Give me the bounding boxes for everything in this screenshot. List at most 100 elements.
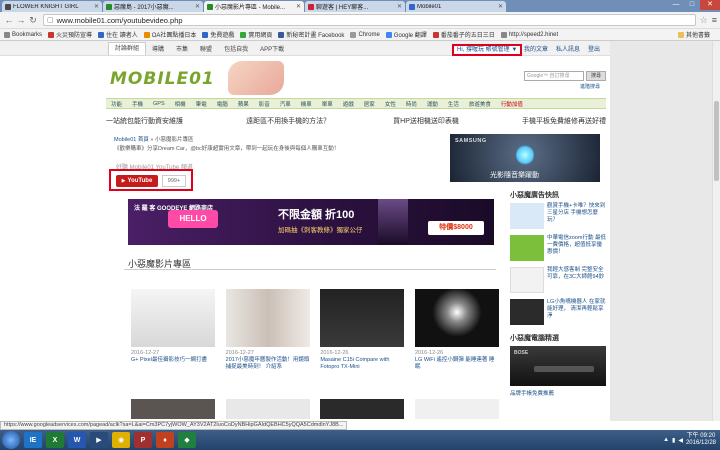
- category-item[interactable]: 筆電: [191, 100, 212, 108]
- my-articles-link[interactable]: 我的文章: [520, 44, 552, 53]
- advanced-search-link[interactable]: 進階搜尋: [580, 83, 600, 90]
- tab-close-icon[interactable]: ✕: [397, 3, 402, 10]
- close-window-button[interactable]: ✕: [700, 0, 720, 10]
- video-thumbnail[interactable]: [320, 399, 405, 419]
- taskbar-app-icon[interactable]: X: [46, 432, 64, 448]
- top-tab[interactable]: 聯盟: [194, 44, 218, 53]
- bookmark-item[interactable]: 免費遊戲: [202, 30, 234, 39]
- breadcrumb-home[interactable]: Mobile01 首頁: [114, 137, 149, 143]
- site-search-input[interactable]: Google™ 自訂搜尋: [524, 71, 584, 81]
- tab-close-icon[interactable]: ✕: [94, 3, 99, 10]
- bookmark-item[interactable]: 實用網頁: [240, 30, 272, 39]
- taskbar-app-icon[interactable]: ◉: [112, 432, 130, 448]
- taskbar-app-icon[interactable]: IE: [24, 432, 42, 448]
- video-thumbnail[interactable]: [320, 289, 405, 347]
- top-tab[interactable]: APP下載: [254, 44, 290, 53]
- start-button[interactable]: [2, 431, 20, 449]
- browser-tab-active[interactable]: 小惡魔影片專區 - Mobile... ✕: [204, 1, 304, 12]
- vertical-scrollbar[interactable]: [712, 41, 720, 421]
- category-item-hot[interactable]: 行動加值: [496, 100, 528, 108]
- taskbar-app-icon[interactable]: ♦: [156, 432, 174, 448]
- bookmark-item[interactable]: OA社團點播日本: [143, 30, 196, 39]
- youtube-button[interactable]: ▶ YouTube: [116, 175, 158, 187]
- scrollbar-thumb[interactable]: [714, 101, 719, 181]
- video-thumbnail[interactable]: [131, 399, 215, 419]
- taskbar-app-icon[interactable]: ▶: [90, 432, 108, 448]
- tray-arrow-icon[interactable]: ▲: [663, 437, 669, 443]
- sidebar-ad-text[interactable]: 中華電信zoom行動 最低一費價格，超值抵享優惠價！: [547, 235, 606, 265]
- maximize-button[interactable]: □: [684, 0, 700, 10]
- sidebar-ad-item[interactable]: 觀賞手機+卡唯？快來到三星分店 手機想怎麼玩？: [510, 203, 606, 233]
- top-tab[interactable]: 包括自我: [218, 44, 254, 53]
- category-item[interactable]: 電腦: [212, 100, 233, 108]
- video-thumbnail[interactable]: [225, 399, 310, 419]
- video-title[interactable]: LG WiFi 遙控小鋼彈 能睡連著 睡眠: [415, 357, 499, 371]
- taskbar-app-icon[interactable]: P: [134, 432, 152, 448]
- video-card[interactable]: 2016-12-26 Masaine C15i Compare with Fot…: [320, 289, 405, 371]
- tab-close-icon[interactable]: ✕: [296, 3, 301, 10]
- bookmark-star-icon[interactable]: ☆: [700, 15, 708, 26]
- bookmark-item[interactable]: 番茄番子的五日三日: [432, 30, 495, 39]
- clock[interactable]: 下午 09:20 2016/12/28: [686, 433, 716, 447]
- logout-link[interactable]: 登出: [584, 44, 604, 53]
- bookmark-item[interactable]: 新秘密計畫 Facebook: [278, 30, 344, 39]
- sidebar-ad-text[interactable]: 我輕大感客制 完整安全可靠，在3C大師館94鈔: [547, 267, 606, 297]
- category-item[interactable]: 相機: [170, 100, 191, 108]
- reload-icon[interactable]: ↻: [27, 15, 39, 26]
- browser-tab[interactable]: 惡魔島 - 2017小惡魔... ✕: [103, 1, 203, 12]
- video-title[interactable]: Masaine C15i Compare with Fotopro TX-Min…: [320, 357, 404, 371]
- video-card[interactable]: 2016-12-27 2017小惡魔年曆製作活動！用鏡頭捕捉最美時刻！ 介紹系: [225, 289, 310, 371]
- category-item[interactable]: 機車: [296, 100, 317, 108]
- minimize-button[interactable]: —: [668, 0, 684, 10]
- category-item[interactable]: 遊戲: [338, 100, 359, 108]
- site-logo[interactable]: MOBILE01: [110, 69, 215, 89]
- sidebar-ad-text[interactable]: LG小魚嘴機器人 在家就能好理， 清潔再輕鬆享淨: [547, 299, 606, 329]
- tab-close-icon[interactable]: ✕: [195, 3, 200, 10]
- bookmark-item[interactable]: http://speed2.hinet: [500, 31, 558, 38]
- video-thumbnail[interactable]: [225, 289, 310, 347]
- top-tab[interactable]: 討論群組: [108, 42, 147, 55]
- tab-close-icon[interactable]: ✕: [498, 3, 503, 10]
- goodeye-banner-ad[interactable]: 法 羅 客 GOODEYE 網路商店 HELLO 不限金額 折100 加碼抽《刺…: [128, 199, 494, 245]
- video-thumbnail[interactable]: [414, 399, 499, 419]
- user-account-menu[interactable]: Hi, 撐喔玩 帳號管理 ▼: [452, 44, 523, 56]
- back-icon[interactable]: ←: [3, 15, 15, 25]
- sidebar-caption[interactable]: 品牌手帳免費推薦: [510, 389, 606, 397]
- video-card[interactable]: 2016-12-26 LG WiFi 遙控小鋼彈 能睡連著 睡眠: [414, 289, 499, 371]
- category-item[interactable]: 居家: [359, 100, 380, 108]
- taskbar-app-icon[interactable]: ◆: [178, 432, 196, 448]
- sidebar-ad-item[interactable]: 中華電信zoom行動 最低一費價格，超值抵享優惠價！: [510, 235, 606, 265]
- sidebar-ad-item[interactable]: LG小魚嘴機器人 在家就能好理， 清潔再輕鬆享淨: [510, 299, 606, 329]
- sidebar-ad-text[interactable]: 觀賞手機+卡唯？快來到三星分店 手機想怎麼玩？: [547, 203, 606, 233]
- category-item[interactable]: 女性: [380, 100, 401, 108]
- network-icon[interactable]: ▮: [672, 437, 675, 444]
- category-item[interactable]: 影音: [254, 100, 275, 108]
- video-title[interactable]: 2017小惡魔年曆製作活動！用鏡頭捕捉最美時刻！ 介紹系: [226, 357, 310, 371]
- browser-tab[interactable]: 聊遊客 | HEY聊客... ✕: [305, 1, 405, 12]
- top-tab[interactable]: 導購: [146, 44, 170, 53]
- category-item[interactable]: 汽車: [275, 100, 296, 108]
- forward-icon[interactable]: →: [15, 15, 27, 25]
- bookmark-item[interactable]: Bookmarks: [4, 31, 42, 38]
- promo-link[interactable]: 買HP送相機送印表機: [393, 116, 459, 126]
- sidebar-ad-item[interactable]: 我輕大感客制 完整安全可靠，在3C大師館94鈔: [510, 267, 606, 297]
- category-item[interactable]: 運動: [422, 100, 443, 108]
- category-item[interactable]: GPS: [148, 101, 170, 107]
- category-item[interactable]: 生活: [443, 100, 464, 108]
- video-title[interactable]: G+ Pixel最佳攝影技巧一網打盡: [131, 357, 215, 364]
- other-bookmarks[interactable]: 其他書籤: [677, 30, 710, 39]
- taskbar-app-icon[interactable]: W: [68, 432, 86, 448]
- url-input[interactable]: ▢ www.mobile01.com/youtubevideo.php: [43, 14, 696, 26]
- video-thumbnail[interactable]: [131, 289, 215, 347]
- bookmark-item[interactable]: Google 翻譯: [385, 30, 427, 39]
- promo-link[interactable]: 手機平板免費維修再送好禮: [522, 116, 606, 126]
- sidebar-ad-thumbnail[interactable]: [510, 203, 544, 229]
- video-card[interactable]: 2016-12-27 G+ Pixel最佳攝影技巧一網打盡: [131, 289, 215, 371]
- category-item[interactable]: 時尚: [401, 100, 422, 108]
- bose-product-image[interactable]: BOSE: [510, 346, 606, 386]
- category-item[interactable]: 蘋果: [233, 100, 254, 108]
- site-search-button[interactable]: 搜尋: [586, 71, 606, 81]
- top-tab[interactable]: 市集: [170, 44, 194, 53]
- category-item[interactable]: 手機: [127, 100, 148, 108]
- sidebar-ad-thumbnail[interactable]: [510, 299, 544, 325]
